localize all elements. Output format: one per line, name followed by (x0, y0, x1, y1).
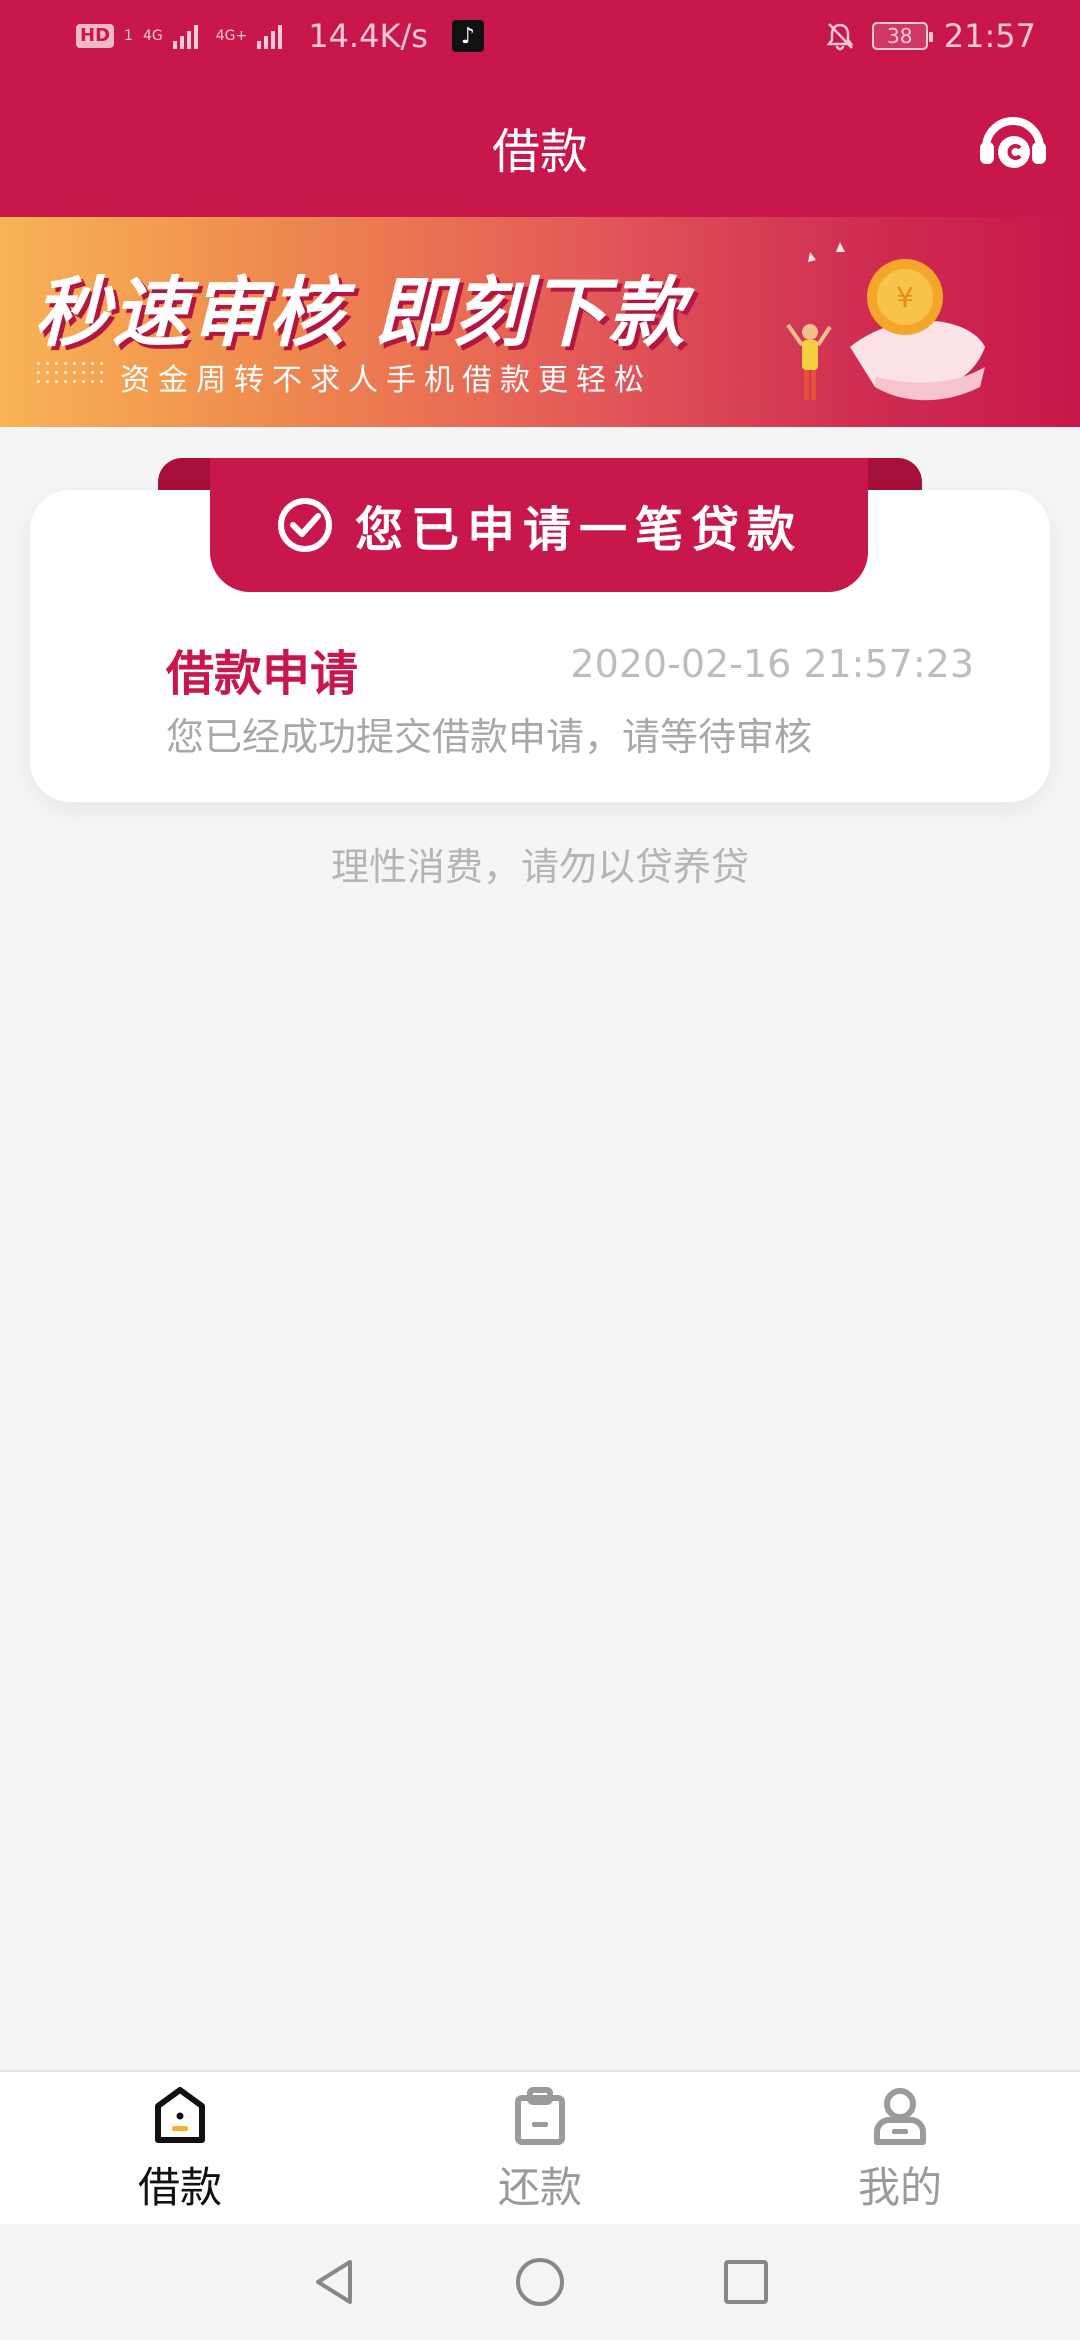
signal-icon-2 (257, 23, 283, 49)
home-icon[interactable] (512, 2254, 568, 2310)
bell-off-icon (826, 23, 854, 51)
banner-title: 秒速审核 即刻下款 (34, 268, 687, 357)
tab-repay-label: 还款 (497, 2163, 582, 2212)
card-title: 借款申请 (166, 646, 359, 702)
battery-icon: 38 (871, 22, 933, 50)
status-right: 38 21:57 (824, 17, 1036, 55)
signal-icon (172, 23, 198, 49)
tab-profile[interactable]: 我的 (720, 2072, 1080, 2224)
status-bar: HD 1 4G 4G+ 14.4K/s ♪ 38 21:57 (0, 0, 1080, 72)
ribbon-text: 您已申请一笔贷款 (354, 502, 803, 558)
tab-borrow-label: 借款 (137, 2163, 222, 2212)
status-ribbon: 您已申请一笔贷款 (210, 458, 868, 592)
check-circle-icon (277, 498, 332, 552)
status-left: HD 1 4G 4G+ 14.4K/s ♪ (76, 17, 484, 55)
system-nav-bar (0, 2224, 1080, 2340)
tiktok-icon: ♪ (451, 20, 484, 52)
back-icon[interactable] (306, 2254, 362, 2310)
banner-dots-decoration (34, 359, 104, 389)
sim-indicator: 1 (124, 28, 133, 44)
title-bar: 借款 (0, 72, 1080, 217)
promo-banner[interactable]: 秒速审核 即刻下款 资金周转不求人手机借款更轻松 ¥ (0, 217, 1080, 427)
network-speed: 14.4K/s (308, 17, 428, 55)
network-type-1: 4G (142, 28, 163, 44)
svg-text:¥: ¥ (896, 281, 914, 314)
network-type-2: 4G+ (215, 28, 248, 44)
customer-service-icon[interactable] (976, 112, 1050, 176)
status-time: 21:57 (943, 17, 1036, 55)
page-title: 借款 (491, 124, 588, 180)
repay-icon (515, 2087, 565, 2145)
hd-badge: HD (76, 24, 115, 48)
recents-icon[interactable] (718, 2254, 774, 2310)
banner-subtitle: 资金周转不求人手机借款更轻松 (120, 363, 652, 398)
card-timestamp: 2020-02-16 21:57:23 (570, 642, 974, 686)
bottom-nav: 借款 还款 我的 (0, 2070, 1080, 2224)
borrow-icon (155, 2087, 205, 2143)
card-description: 您已经成功提交借款申请，请等待审核 (166, 715, 813, 759)
profile-icon (874, 2088, 926, 2145)
coin-illustration-icon: ¥ (786, 242, 985, 401)
tab-repay[interactable]: 还款 (360, 2072, 720, 2224)
tab-profile-label: 我的 (857, 2163, 942, 2212)
responsible-borrowing-tip: 理性消费，请勿以贷养贷 (330, 845, 749, 889)
tab-borrow[interactable]: 借款 (0, 2072, 360, 2224)
